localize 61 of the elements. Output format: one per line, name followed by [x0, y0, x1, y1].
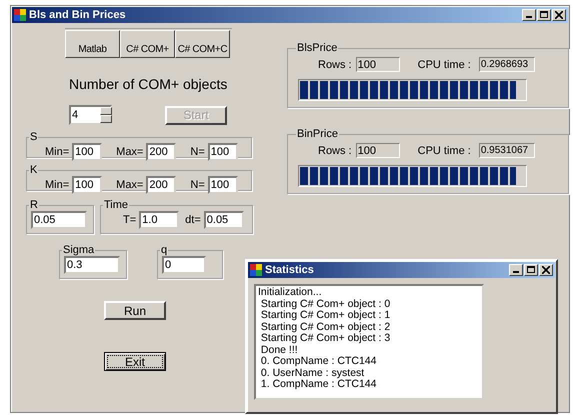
log-line: 0. UserName : systest: [260, 368, 366, 379]
log-line: Initialization...: [258, 287, 323, 298]
input-field[interactable]: 1.0: [139, 211, 180, 229]
group-label: q: [160, 244, 168, 256]
input-field[interactable]: 0.05: [31, 211, 87, 229]
input-field[interactable]: 200: [146, 176, 176, 194]
group-label: R: [29, 199, 39, 211]
window-title: Statistics: [265, 264, 315, 276]
log-line: Starting C# Com+ object : 0: [260, 298, 392, 310]
log-line: Starting C# Com+ object : 3: [260, 333, 392, 344]
field-label: Rows :: [318, 58, 352, 70]
input-field[interactable]: 100: [356, 143, 400, 158]
log-line: 1. CompName : CTC144: [260, 379, 378, 390]
field-label: Max=: [116, 179, 144, 191]
log-line: Done !!!: [260, 344, 299, 356]
field-label: N=: [190, 179, 205, 191]
maximize-button[interactable]: [537, 9, 551, 21]
close-button[interactable]: [552, 9, 566, 21]
group-label: Time: [103, 199, 130, 211]
field-label: Rows :: [318, 144, 352, 156]
log-line: Starting C# Com+ object : 2: [260, 322, 392, 332]
close-button[interactable]: [539, 264, 553, 276]
group-label: BinPrice: [296, 128, 339, 140]
input-field[interactable]: 0.3: [64, 256, 120, 274]
input-field[interactable]: 0.2968693: [478, 57, 535, 72]
field-label: Max=: [116, 146, 144, 158]
run-button[interactable]: Run: [104, 301, 166, 320]
exit-button[interactable]: Exit: [104, 352, 166, 371]
field-label: dt=: [185, 214, 201, 226]
field-label: Min=: [45, 146, 70, 158]
maximize-button[interactable]: [524, 264, 538, 276]
field-label: CPU time :: [418, 144, 471, 156]
app-icon: [14, 9, 26, 21]
field-label: T=: [123, 214, 136, 226]
group-label: BlsPrice: [296, 42, 338, 54]
mode-button[interactable]: C# COM+C: [175, 30, 230, 58]
log-line: 0. CompName : CTC144: [260, 356, 378, 368]
field-label: CPU time :: [418, 58, 471, 70]
app-icon: [250, 264, 262, 276]
heading: Number of COM+ objects: [69, 75, 228, 93]
log-line: Starting C# Com+ object : 1: [260, 310, 392, 322]
input-field[interactable]: 0.05: [204, 211, 244, 229]
input-field[interactable]: 100: [356, 57, 400, 72]
window-title: Bls and Bin Prices: [29, 9, 127, 21]
input-field[interactable]: 200: [146, 143, 176, 161]
minimize-button[interactable]: [522, 9, 536, 21]
field-label: Min=: [45, 179, 70, 191]
group-label: K: [29, 164, 38, 176]
spin-arrows-icon[interactable]: [100, 107, 112, 123]
input-field[interactable]: 0: [162, 256, 206, 274]
group-label: S: [29, 131, 38, 143]
mode-button[interactable]: C# COM+: [120, 30, 175, 58]
input-field[interactable]: 100: [72, 176, 102, 194]
input-field[interactable]: 100: [208, 143, 238, 161]
field-label: N=: [190, 146, 205, 158]
mode-button[interactable]: Matlab: [65, 30, 120, 58]
group-label: Sigma: [62, 244, 96, 256]
input-field[interactable]: 100: [208, 176, 238, 194]
input-field[interactable]: 0.9531067: [478, 143, 535, 158]
minimize-button[interactable]: [509, 264, 523, 276]
input-field[interactable]: 100: [72, 143, 102, 161]
